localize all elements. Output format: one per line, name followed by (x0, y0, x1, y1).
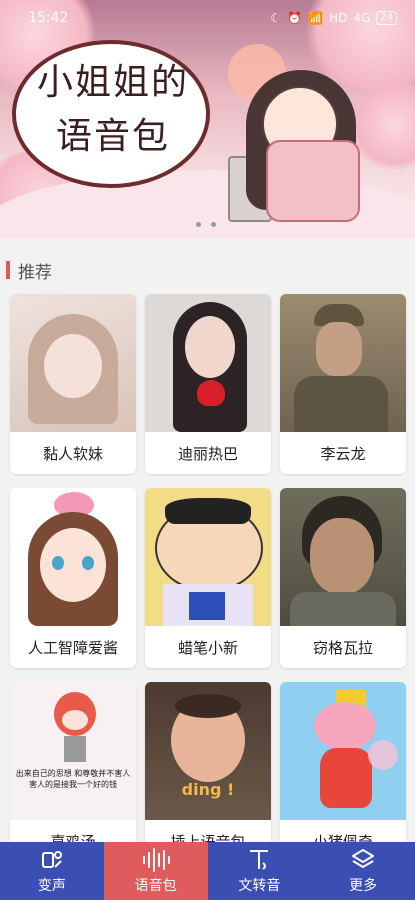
voice-pack-card[interactable]: 黏人软妹 (10, 294, 136, 474)
waveform-icon (141, 847, 171, 873)
nav-voice-change[interactable]: 变声 (0, 842, 104, 900)
status-time: 15:42 (28, 10, 69, 26)
bottom-nav: 变声 语音包 文转音 更多 (0, 842, 415, 900)
voice-pack-thumbnail (280, 488, 406, 626)
voice-pack-name: 人工智障爱酱 (27, 638, 118, 657)
voice-pack-card[interactable]: 小猪佩奇 (280, 682, 406, 862)
voice-pack-thumbnail (280, 294, 406, 432)
nav-label: 语音包 (134, 878, 177, 894)
voice-pack-thumbnail: 出来自己的思想 和尊敬并不害人 害人的是接我一个好的钱 (10, 682, 136, 820)
nav-label: 更多 (349, 878, 378, 894)
network-label: HD (329, 11, 348, 25)
voice-pack-thumbnail (145, 488, 271, 626)
voice-pack-name: 窃格瓦拉 (312, 638, 373, 657)
voice-pack-card[interactable]: 蜡笔小新 (145, 488, 271, 668)
voice-pack-card[interactable]: 李云龙 (280, 294, 406, 474)
thumbnail-caption: ding ! (181, 780, 235, 799)
banner-title: 小姐姐的 语音包 (36, 62, 189, 157)
wifi-icon: 📶 (308, 11, 324, 25)
nav-more[interactable]: 更多 (311, 842, 415, 900)
voice-pack-thumbnail (280, 682, 406, 820)
voice-change-icon (39, 847, 65, 873)
section-accent-bar (6, 261, 10, 279)
battery-icon: 24 (376, 11, 397, 25)
voice-pack-name: 黏人软妹 (42, 444, 103, 463)
nav-text-to-speech[interactable]: 文转音 (208, 842, 312, 900)
voice-pack-thumbnail: ding ! (145, 682, 271, 820)
voice-pack-name: 迪丽热巴 (177, 444, 238, 463)
nav-label: 变声 (37, 878, 66, 894)
text-to-speech-icon (246, 847, 272, 873)
section-header: 推荐 (0, 250, 415, 290)
voice-pack-thumbnail (10, 488, 136, 626)
voice-pack-card[interactable]: 人工智障爱酱 (10, 488, 136, 668)
moon-icon: ☾ (270, 11, 282, 25)
voice-pack-name: 李云龙 (320, 444, 366, 463)
nav-label: 文转音 (238, 878, 281, 894)
thumbnail-caption: 出来自己的思想 和尊敬并不害人 害人的是接我一个好的钱 (15, 769, 131, 789)
section-title: 推荐 (18, 262, 52, 283)
voice-pack-grid: 黏人软妹 迪丽热巴 李云龙 人工智障爱酱 蜡笔小新 窃格瓦拉 出来自己的思想 和… (10, 294, 406, 862)
layers-icon (350, 847, 376, 873)
voice-pack-card[interactable]: 窃格瓦拉 (280, 488, 406, 668)
voice-pack-card[interactable]: ding ! 插上语音包 (145, 682, 271, 862)
voice-pack-card[interactable]: 迪丽热巴 (145, 294, 271, 474)
voice-pack-thumbnail (10, 294, 136, 432)
banner-page-dots (196, 222, 216, 227)
voice-pack-thumbnail (145, 294, 271, 432)
nav-voice-pack[interactable]: 语音包 (103, 842, 208, 900)
voice-pack-name: 蜡笔小新 (177, 638, 238, 657)
voice-pack-card[interactable]: 出来自己的思想 和尊敬并不害人 害人的是接我一个好的钱 嘉鸡汤 (10, 682, 136, 862)
status-bar: 15:42 ☾ ⏰ 📶 HD 4G 24 (0, 0, 415, 36)
signal-label: 4G (353, 11, 371, 25)
alarm-icon: ⏰ (287, 11, 303, 25)
